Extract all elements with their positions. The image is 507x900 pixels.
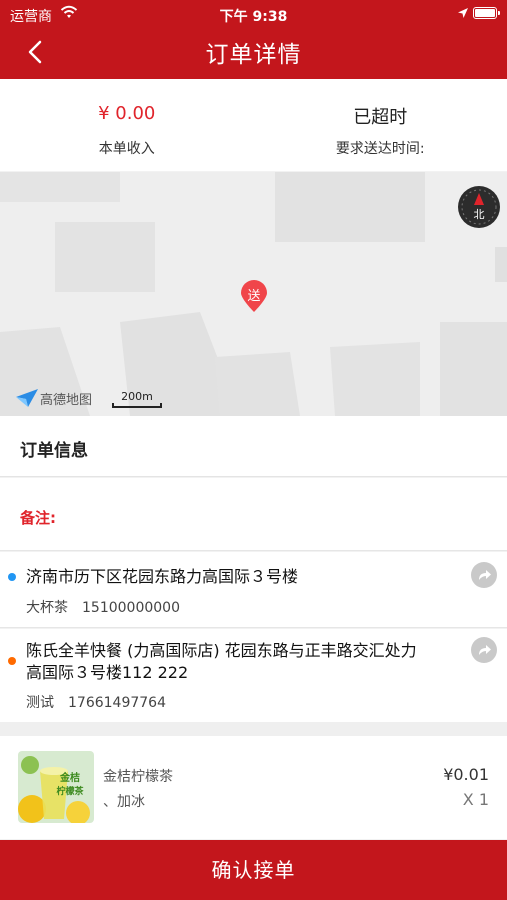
confirm-order-button[interactable]: 确认接单	[0, 840, 507, 900]
app-header: 运营商 下午 9:38 订单详情	[0, 0, 507, 79]
map-scale: 200m	[112, 390, 162, 408]
income-label: 本单收入	[98, 141, 155, 157]
lemon-tea-image: 金桔 柠檬茶	[18, 751, 94, 823]
nav-bar: 订单详情	[0, 28, 507, 74]
delivery-contact-phone: 15100000000	[82, 600, 180, 616]
deadline-value: 已超时	[353, 107, 408, 128]
pickup-address-line1: 陈氏全羊快餐 (力高国际店) 花园东路与正丰路交汇处力	[26, 641, 417, 660]
product-image-text-2: 柠檬茶	[56, 785, 84, 797]
remark-row: 备注:	[0, 478, 507, 551]
delivery-address-row[interactable]: 济南市历下区花园东路力高国际３号楼 大杯茶 15100000000	[0, 552, 507, 628]
battery-icon	[473, 7, 500, 19]
income-value: ¥ 0.00	[98, 103, 156, 124]
deadline-label: 要求送达时间:	[335, 141, 425, 157]
share-arrow-icon	[479, 570, 491, 580]
compass-graphic: 北	[458, 186, 500, 228]
map-scale-bar	[112, 403, 162, 408]
page-title: 订单详情	[205, 42, 302, 68]
delivery-contact-name: 大杯茶	[26, 600, 68, 616]
product-row: 金桔 柠檬茶 金桔柠檬茶 、加冰 ¥0.01 X 1	[0, 736, 507, 839]
product-image-text-1: 金桔	[59, 771, 80, 784]
amap-logo-icon	[16, 389, 38, 407]
product-image: 金桔 柠檬茶	[18, 751, 94, 823]
pickup-navigate-button[interactable]	[471, 637, 497, 663]
map-provider-label: 高德地图	[40, 393, 93, 408]
map-scale-label: 200m	[121, 390, 153, 403]
delivery-dot	[8, 573, 16, 581]
pickup-dot	[8, 657, 16, 665]
product-quantity: X 1	[462, 790, 489, 809]
pickup-address-line2: 高国际３号楼112 222	[26, 663, 189, 682]
pickup-contact-phone: 17661497764	[68, 695, 166, 711]
compass-label: 北	[474, 208, 485, 221]
order-info-title: 订单信息	[20, 441, 88, 461]
location-arrow-icon	[458, 8, 468, 18]
product-price: ¥0.01	[443, 765, 489, 784]
pickup-address-row[interactable]: 陈氏全羊快餐 (力高国际店) 花园东路与正丰路交汇处力 高国际３号楼112 22…	[0, 629, 507, 722]
product-spec: 、加冰	[103, 794, 145, 810]
remark-label: 备注:	[20, 509, 56, 527]
delivery-marker-icon	[241, 280, 267, 312]
order-info-header: 订单信息	[0, 416, 507, 477]
section-divider	[0, 722, 507, 736]
product-name: 金桔柠檬茶	[103, 769, 173, 785]
delivery-address: 济南市历下区花园东路力高国际３号楼	[26, 567, 299, 586]
income-block: ¥ 0.00 本单收入	[0, 79, 254, 171]
status-time: 下午 9:38	[219, 9, 288, 25]
delivery-contact: 大杯茶 15100000000	[26, 597, 194, 617]
status-bar: 运营商 下午 9:38	[0, 4, 507, 25]
compass-icon[interactable]: 北	[456, 184, 502, 230]
order-summary: ¥ 0.00 本单收入 已超时 要求送达时间:	[0, 79, 507, 171]
delivery-navigate-button[interactable]	[471, 562, 497, 588]
deadline-block: 已超时 要求送达时间:	[254, 79, 507, 171]
share-arrow-icon	[479, 645, 491, 655]
pickup-contact: 测试 17661497764	[26, 692, 180, 712]
pickup-contact-name: 测试	[26, 695, 54, 711]
